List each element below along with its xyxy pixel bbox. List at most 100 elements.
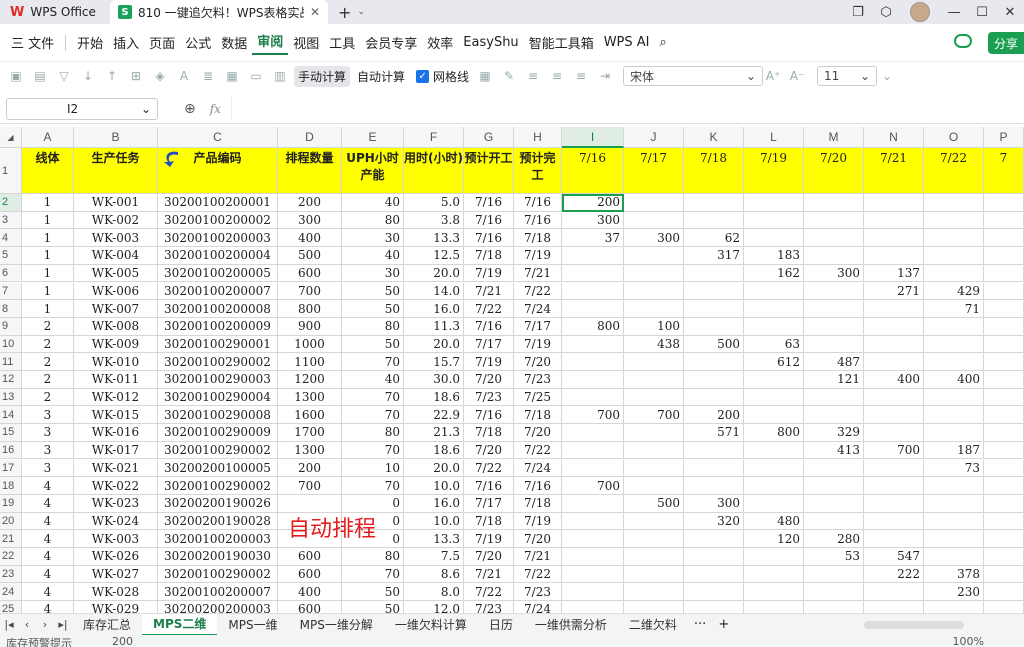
table-cell[interactable]: 500 [684,335,744,354]
table-cell[interactable]: 700 [278,282,342,301]
table-cell[interactable] [924,335,984,354]
table-cell[interactable]: 7/24 [514,459,562,478]
menu-efficiency[interactable]: 效率 [422,33,458,52]
table-cell[interactable] [804,317,864,336]
format-painter-icon[interactable]: ✎ [499,68,519,84]
column-header-j[interactable]: J [624,127,684,148]
table-cell[interactable] [864,512,924,531]
table-cell[interactable] [562,494,624,513]
table-cell[interactable]: 7/20 [514,353,562,371]
table-cell[interactable]: 7.5 [404,548,464,566]
column-header-h[interactable]: H [514,127,562,148]
table-cell[interactable] [864,406,924,425]
table-cell[interactable]: 329 [804,424,864,442]
table-cell[interactable] [924,353,984,371]
table-cell[interactable] [864,229,924,248]
header-cell[interactable]: 用时(小时) [404,148,464,194]
table-cell[interactable] [804,388,864,407]
table-cell[interactable] [562,565,624,584]
column-header-n[interactable]: N [864,127,924,148]
header-cell[interactable]: 预计完工 [514,148,562,194]
table-cell[interactable]: 30200100200009 [158,317,278,336]
table-cell[interactable]: 1 [22,247,74,265]
table-cell[interactable]: 1200 [278,371,342,389]
zoom-search-icon[interactable]: ⊕ [184,101,196,117]
table-cell[interactable] [624,388,684,407]
table-cell[interactable]: 7/24 [514,300,562,318]
table-cell[interactable]: 30200200200003 [158,601,278,613]
table-cell[interactable] [562,424,624,442]
sheet-tab-calendar[interactable]: 日历 [478,614,524,636]
gridlines-checkbox[interactable]: ✓ 网格线 [416,68,469,85]
row-header-12[interactable]: 12 [0,371,22,389]
table-cell[interactable] [278,494,342,513]
table-cell[interactable]: 1 [22,282,74,301]
minimize-icon[interactable]: — [940,5,968,20]
table-cell[interactable]: 183 [744,247,804,265]
table-cell[interactable]: 7/19 [514,512,562,531]
row-header-17[interactable]: 17 [0,459,22,478]
table-cell[interactable]: 438 [624,335,684,354]
table-cell[interactable]: 1 [22,211,74,230]
table-cell[interactable]: 80 [342,211,404,230]
table-cell[interactable] [864,317,924,336]
table-cell[interactable]: 0 [342,494,404,513]
table-cell[interactable]: 7/21 [514,548,562,566]
table-cell[interactable]: 7/17 [464,335,514,354]
table-cell[interactable]: 30.0 [404,371,464,389]
align-left-icon[interactable]: ≡ [523,68,543,84]
table-cell[interactable] [684,371,744,389]
table-cell[interactable] [864,459,924,478]
table-cell[interactable] [744,565,804,584]
table-cell[interactable] [924,194,984,212]
row-header-20[interactable]: 20 [0,512,22,531]
table-cell[interactable]: 50 [342,282,404,301]
select-all-corner[interactable]: ◢ [0,127,22,148]
sheet-tab-mps-2d[interactable]: MPS二维 [142,613,218,636]
table-cell[interactable] [684,194,744,212]
table-cell[interactable]: 20.0 [404,459,464,478]
table-cell[interactable] [562,548,624,566]
table-cell[interactable]: 80 [342,424,404,442]
menu-formula[interactable]: 公式 [180,33,216,52]
table-cell[interactable] [684,317,744,336]
table-cell[interactable]: 700 [278,477,342,495]
table-cell[interactable] [984,282,1024,301]
table-cell[interactable]: 4 [22,548,74,566]
table-cell[interactable]: 7/22 [514,565,562,584]
table-cell[interactable]: 30200100290008 [158,406,278,425]
table-cell[interactable]: 3.8 [404,211,464,230]
menu-member[interactable]: 会员专享 [360,33,422,52]
table-cell[interactable] [624,548,684,566]
table-cell[interactable]: 30200100200003 [158,229,278,248]
table-cell[interactable] [924,512,984,531]
table-cell[interactable] [984,441,1024,460]
table-cell[interactable]: 10 [342,459,404,478]
calc-icon[interactable]: ▥ [270,68,290,84]
new-tab-button[interactable]: + [338,3,351,22]
table-cell[interactable]: 50 [342,335,404,354]
sheet-tab-mps-1d[interactable]: MPS一维 [217,614,288,636]
column-header-m[interactable]: M [804,127,864,148]
table-cell[interactable]: 80 [342,317,404,336]
table-cell[interactable] [684,530,744,548]
table-cell[interactable]: 7/22 [514,282,562,301]
row-header-19[interactable]: 19 [0,494,22,513]
search-icon[interactable]: ⌕ [655,35,672,50]
table-cell[interactable]: 7/17 [514,317,562,336]
table-cell[interactable]: 30200100200002 [158,211,278,230]
table-cell[interactable] [744,548,804,566]
table-cell[interactable]: 7/16 [464,406,514,425]
table-cell[interactable] [864,530,924,548]
maximize-icon[interactable]: ☐ [968,5,996,20]
table-cell[interactable]: 7/18 [514,229,562,248]
table-cell[interactable] [984,247,1024,265]
table-cell[interactable] [804,194,864,212]
row-header-15[interactable]: 15 [0,424,22,442]
format-icon[interactable]: ≣ [198,68,218,84]
table-cell[interactable]: 4 [22,583,74,602]
table-cell[interactable] [864,388,924,407]
table-cell[interactable]: 30200100200007 [158,583,278,602]
add-sheet-button[interactable]: + [712,617,735,632]
table-cell[interactable] [562,353,624,371]
